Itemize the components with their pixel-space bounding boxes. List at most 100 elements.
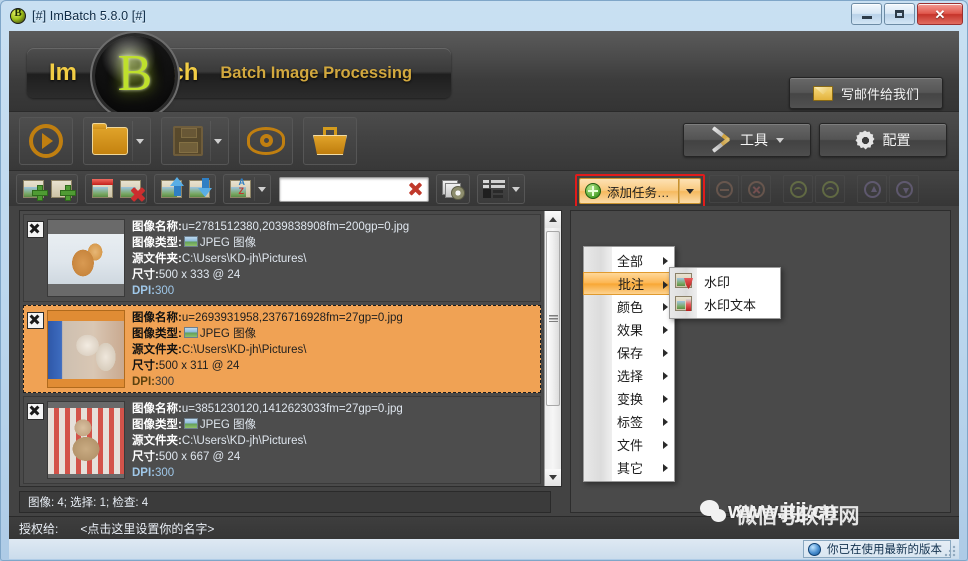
task-down-button[interactable] xyxy=(889,175,919,203)
task-remove-group xyxy=(709,175,771,203)
menu-item-effects[interactable]: 效果 xyxy=(584,318,674,341)
config-label: 配置 xyxy=(882,132,911,148)
remove-image-icon xyxy=(91,179,113,198)
preview-button[interactable] xyxy=(244,121,288,161)
run-batch-button[interactable] xyxy=(24,121,68,161)
label-size: 尺寸: xyxy=(132,360,159,372)
submenu-item-watermark[interactable]: 水印 xyxy=(670,270,780,293)
submenu-item-watermark-text[interactable]: 水印文本 xyxy=(670,293,780,316)
list-item[interactable]: 图像名称:u=3851230120,1412623033fm=27gp=0.jp… xyxy=(23,396,541,484)
version-status[interactable]: 你已在使用最新的版本 xyxy=(803,540,951,558)
enable-task-button[interactable] xyxy=(783,175,813,203)
sort-dropdown-button[interactable] xyxy=(254,177,268,201)
menu-item-annotation[interactable]: 批注 xyxy=(583,272,675,295)
disable-task-button[interactable] xyxy=(815,175,845,203)
menu-item-label: 变换 xyxy=(617,392,644,407)
label-name: 图像名称: xyxy=(132,221,182,233)
item-checkbox[interactable] xyxy=(27,403,44,420)
add-image-button[interactable] xyxy=(19,177,48,201)
value-dpi: 300 xyxy=(155,376,175,388)
tools-label: 工具 xyxy=(740,132,768,148)
search-box[interactable] xyxy=(279,176,429,202)
delete-task-button[interactable] xyxy=(741,175,771,203)
annotation-submenu: 水印 水印文本 xyxy=(669,267,781,319)
watermark-icon xyxy=(675,273,692,288)
order-group xyxy=(154,174,216,204)
task-up-button[interactable] xyxy=(857,175,887,203)
list-scrollbar[interactable] xyxy=(544,211,561,486)
label-folder: 源文件夹: xyxy=(132,344,182,356)
label-type: 图像类型: xyxy=(132,328,182,340)
list-item[interactable]: 图像名称:u=2693931958,2376716928fm=27gp=0.jp… xyxy=(23,305,541,393)
preview-settings-icon xyxy=(442,179,465,200)
menu-item-other[interactable]: 其它 xyxy=(584,456,674,479)
view-mode-group xyxy=(477,174,525,204)
label-dpi: DPI: xyxy=(132,376,155,388)
menu-item-label: 保存 xyxy=(617,346,644,361)
app-root: [#] ImBatch 5.8.0 [#] ✕ Im atch xyxy=(0,0,968,561)
item-checkbox[interactable] xyxy=(27,312,44,329)
open-dropdown-button[interactable] xyxy=(132,121,146,161)
maximize-button[interactable] xyxy=(884,3,915,25)
scroll-down-button[interactable] xyxy=(545,469,561,486)
secondary-toolbar: 添加任务… xyxy=(9,171,959,208)
chevron-up-icon xyxy=(549,217,557,222)
menu-item-file[interactable]: 文件 xyxy=(584,433,674,456)
delete-image-button[interactable] xyxy=(116,177,144,201)
arrow-up-circle-icon xyxy=(863,180,881,198)
close-button[interactable]: ✕ xyxy=(917,3,963,25)
clear-search-icon[interactable] xyxy=(408,182,423,197)
mail-us-button[interactable]: 写邮件给我们 xyxy=(789,77,943,109)
scroll-up-button[interactable] xyxy=(545,211,561,228)
item-thumbnail xyxy=(47,401,125,479)
open-images-button[interactable] xyxy=(88,121,132,161)
run-group xyxy=(19,117,73,165)
save-button[interactable] xyxy=(166,121,210,161)
title-bar: [#] ImBatch 5.8.0 [#] ✕ xyxy=(1,1,967,31)
menu-item-save[interactable]: 保存 xyxy=(584,341,674,364)
view-mode-dropdown-button[interactable] xyxy=(508,177,522,201)
remove-task-button[interactable] xyxy=(709,175,739,203)
menu-item-label: 颜色 xyxy=(617,300,644,315)
label-type: 图像类型: xyxy=(132,237,182,249)
menu-item-all[interactable]: 全部 xyxy=(584,249,674,272)
menu-item-tags[interactable]: 标签 xyxy=(584,410,674,433)
add-folder-button[interactable] xyxy=(47,177,76,201)
list-item[interactable]: 图像名称:u=2781512380,2039838908fm=200gp=0.j… xyxy=(23,214,541,302)
license-value[interactable]: <点击这里设置你的名字> xyxy=(80,520,214,537)
scrollbar-thumb[interactable] xyxy=(546,231,560,406)
remove-image-button[interactable] xyxy=(88,177,116,201)
resize-grip-icon[interactable] xyxy=(944,545,956,557)
window-title: [#] ImBatch 5.8.0 [#] xyxy=(32,9,146,23)
sort-group xyxy=(223,174,271,204)
tools-button[interactable]: 工具 xyxy=(683,123,811,157)
chevron-right-icon xyxy=(663,303,668,311)
arc-circle-icon xyxy=(821,180,839,198)
save-group xyxy=(161,117,229,165)
chevron-down-icon xyxy=(549,475,557,480)
menu-item-label: 批注 xyxy=(618,277,645,292)
add-task-button[interactable]: 添加任务… xyxy=(579,178,679,204)
search-input[interactable] xyxy=(284,178,400,200)
move-image-down-button[interactable] xyxy=(185,177,213,201)
config-button[interactable]: 配置 xyxy=(819,123,947,157)
value-type: JPEG 图像 xyxy=(199,328,257,340)
add-task-dropdown-button[interactable] xyxy=(678,178,701,204)
move-image-up-button[interactable] xyxy=(157,177,185,201)
logo-orb-icon: B xyxy=(95,36,175,116)
sort-button[interactable] xyxy=(226,177,254,201)
basket-button[interactable] xyxy=(308,121,352,161)
minimize-button[interactable] xyxy=(851,3,882,25)
value-folder: C:\Users\KD-jh\Pictures\ xyxy=(181,435,307,447)
save-dropdown-button[interactable] xyxy=(210,121,224,161)
menu-item-color[interactable]: 颜色 xyxy=(584,295,674,318)
view-mode-button[interactable] xyxy=(480,177,508,201)
preview-settings-button[interactable] xyxy=(439,177,467,201)
menu-item-transform[interactable]: 变换 xyxy=(584,387,674,410)
menu-item-label: 选择 xyxy=(617,369,644,384)
add-image-icon xyxy=(22,180,48,201)
item-checkbox[interactable] xyxy=(27,221,44,238)
menu-item-select[interactable]: 选择 xyxy=(584,364,674,387)
logo-tagline: Batch Image Processing xyxy=(220,63,413,82)
logo-plate: Im atch Batch Image Processing B xyxy=(27,36,451,116)
